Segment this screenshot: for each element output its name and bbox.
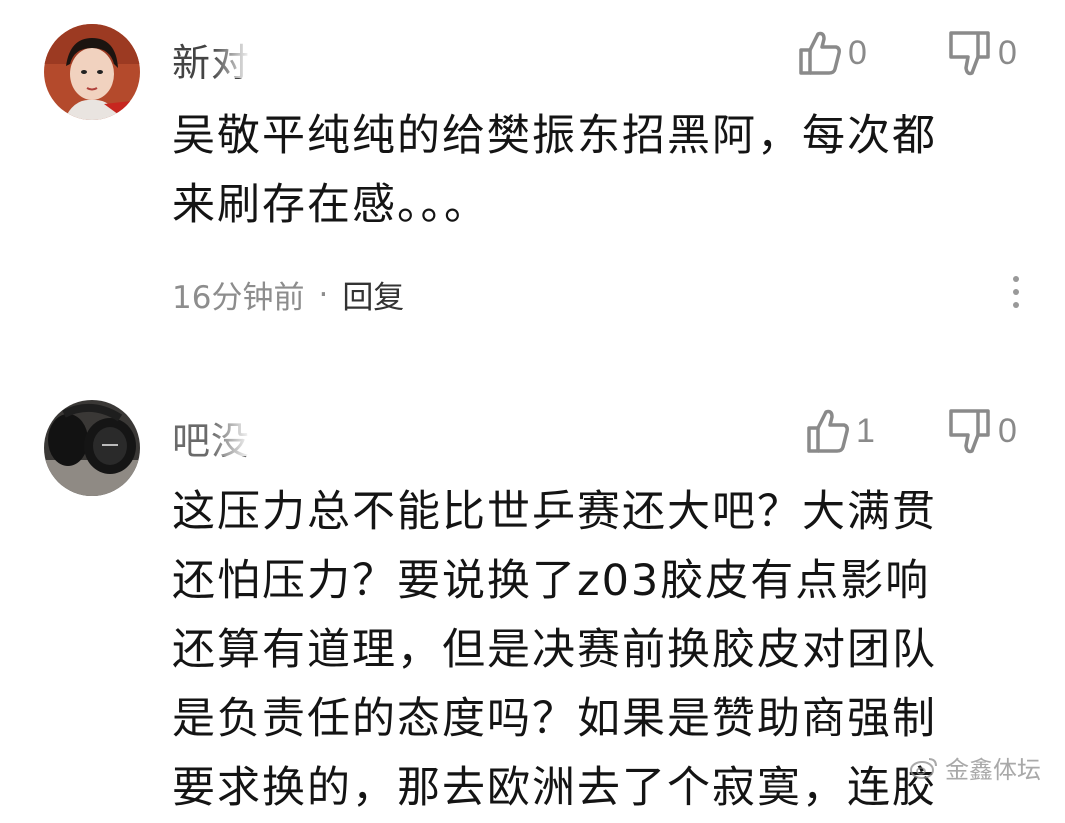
comment-text-line: 是负责任的态度吗？如果是赞助商强制: [172, 694, 937, 744]
thumbs-down-icon: [949, 409, 990, 454]
thumbs-down-icon: [949, 31, 990, 76]
dislike-button[interactable]: 0: [948, 408, 1017, 454]
username-mask: [212, 32, 362, 78]
comment-text-line: 吴敬平纯纯的给樊振东招黑阿，每次都: [172, 111, 937, 161]
comment-item: 吧没 1 0 这压力总不能比世乒赛还大吧？大满贯 还怕压力？要说换了z03胶皮有…: [0, 380, 1065, 813]
avatar[interactable]: [44, 24, 140, 120]
comment-text-line: 还算有道理，但是决赛前换胶皮对团队: [172, 625, 937, 675]
timestamp: 16分钟前: [172, 280, 305, 316]
separator: ·: [318, 276, 329, 313]
more-vertical-icon[interactable]: [1006, 276, 1026, 308]
like-button[interactable]: 0: [798, 30, 867, 76]
reply-button[interactable]: 回复: [342, 272, 404, 317]
username-mask: [212, 410, 362, 456]
avatar[interactable]: [44, 400, 140, 496]
comment-item: 新对 0 0 吴敬平纯纯的给樊振东招黑阿，每次都 来刷存在感。。。 16分钟前 …: [0, 0, 1065, 380]
like-button[interactable]: 1: [806, 408, 875, 454]
weibo-icon: [910, 757, 937, 779]
comment-text-line: 这压力总不能比世乒赛还大吧？大满贯: [172, 487, 937, 537]
comment-meta: 16分钟前 · 回复: [172, 272, 404, 317]
dislike-button[interactable]: 0: [948, 30, 1017, 76]
thumbs-up-icon: [799, 31, 841, 75]
dislike-count: 0: [998, 33, 1017, 72]
dislike-count: 0: [998, 411, 1017, 450]
watermark: 金鑫体坛: [909, 750, 1041, 785]
like-count: 1: [856, 411, 875, 450]
comment-text-line: 来刷存在感。。。: [172, 180, 489, 230]
comment-text-line: 要求换的，那去欧洲去了个寂寞，连胶: [172, 763, 937, 813]
thumbs-up-icon: [807, 409, 849, 453]
watermark-text: 金鑫体坛: [945, 756, 1041, 784]
comment-text-line: 还怕压力？要说换了z03胶皮有点影响: [172, 556, 931, 606]
comment-text: 吴敬平纯纯的给樊振东招黑阿，每次都 来刷存在感。。。: [172, 102, 1002, 240]
comment-text: 这压力总不能比世乒赛还大吧？大满贯 还怕压力？要说换了z03胶皮有点影响 还算有…: [172, 478, 1002, 823]
like-count: 0: [848, 33, 867, 72]
